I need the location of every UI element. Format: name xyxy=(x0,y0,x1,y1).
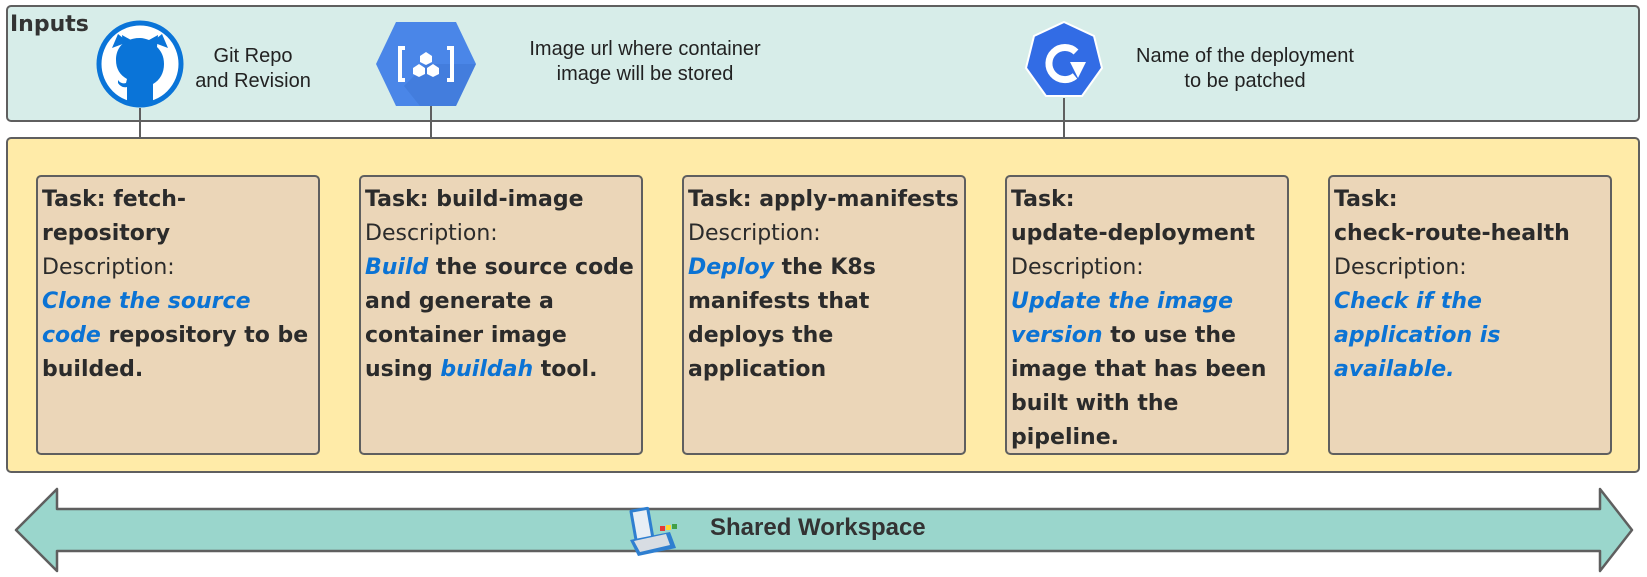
task-title: Task: xyxy=(1334,187,1398,212)
input-label-image-url: Image url where container image will be … xyxy=(505,37,785,87)
task-title: Task: build-image xyxy=(365,187,584,212)
highlighted-text: buildah xyxy=(440,357,534,382)
input-label-deployment: Name of the deployment to be patched xyxy=(1115,44,1375,94)
github-icon xyxy=(96,20,184,108)
task-desc-label: Description: xyxy=(42,255,175,280)
task-desc-label: Description: xyxy=(1334,255,1467,280)
task-title: Task: fetch-repository xyxy=(42,187,187,246)
task-build-image[interactable]: Task: build-image Description: Build the… xyxy=(359,175,643,455)
task-update-deployment[interactable]: Task: update-deployment Description: Upd… xyxy=(1005,175,1289,455)
input-label-line: and Revision xyxy=(195,70,311,92)
task-title: Task: xyxy=(1011,187,1075,212)
task-title-line2: check-route-health xyxy=(1334,221,1570,246)
task-description: Update the image version to use the imag… xyxy=(1011,285,1283,455)
task-fetch-repository[interactable]: Task: fetch-repository Description: Clon… xyxy=(36,175,320,455)
highlighted-text: Build xyxy=(365,255,429,280)
task-description: Check if the application is available. xyxy=(1334,285,1606,387)
task-desc-label: Description: xyxy=(365,221,498,246)
task-apply-manifests[interactable]: Task: apply-manifests Description: Deplo… xyxy=(682,175,966,455)
task-description: Build the source code and generate a con… xyxy=(365,251,637,387)
shared-workspace-label: Shared Workspace xyxy=(710,514,926,541)
input-label-line: Name of the deployment xyxy=(1136,45,1354,67)
task-title-line2: update-deployment xyxy=(1011,221,1256,246)
highlighted-text: Check if the application is available. xyxy=(1334,289,1501,382)
task-desc-label: Description: xyxy=(1011,255,1144,280)
input-label-line: image will be stored xyxy=(556,63,734,85)
kubernetes-deployment-icon xyxy=(1024,20,1104,97)
task-description: Clone the source code repository to be b… xyxy=(42,285,314,387)
task-desc-label: Description: xyxy=(688,221,821,246)
task-description: Deploy the K8s manifests that deploys th… xyxy=(688,251,960,387)
input-label-git: Git Repo and Revision xyxy=(178,44,328,94)
task-check-route-health[interactable]: Task: check-route-health Description: Ch… xyxy=(1328,175,1612,455)
container-registry-icon xyxy=(376,22,476,106)
input-label-line: Image url where container xyxy=(529,38,761,60)
highlighted-text: Deploy xyxy=(688,255,774,280)
description-text: tool. xyxy=(533,357,598,382)
input-label-line: Git Repo xyxy=(213,45,293,67)
task-title: Task: apply-manifests xyxy=(688,187,959,212)
input-label-line: to be patched xyxy=(1184,70,1306,92)
